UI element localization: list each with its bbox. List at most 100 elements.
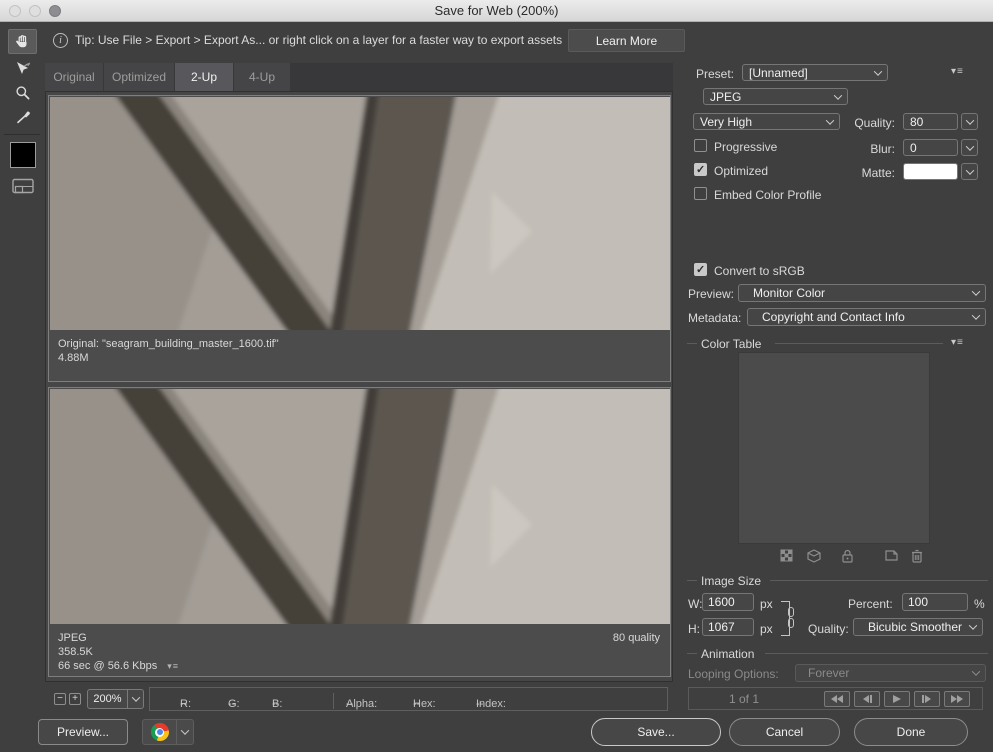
blur-value: 0	[910, 141, 917, 155]
optimized-preview-pane[interactable]: JPEG 358.5K 66 sec @ 56.6 Kbps ▾≡ 80 qual…	[48, 387, 671, 677]
next-frame-button[interactable]	[914, 691, 940, 707]
tip-bar: i Tip: Use File > Export > Export As... …	[45, 22, 685, 58]
width-input[interactable]	[702, 593, 754, 611]
zoom-window-icon[interactable]	[49, 5, 61, 17]
color-table-panel-menu-icon[interactable]: ▾≡	[951, 337, 964, 348]
progressive-label: Progressive	[714, 140, 777, 154]
title-bar[interactable]: Save for Web (200%)	[0, 0, 993, 22]
original-preview-pane[interactable]: Original: "seagram_building_master_1600.…	[48, 95, 671, 382]
divider	[775, 343, 943, 344]
delete-color-icon[interactable]	[911, 549, 923, 563]
save-for-web-dialog: Save for Web (200%) i Tip: Use File > Ex…	[0, 0, 993, 752]
magnifier-icon	[15, 85, 31, 101]
play-button[interactable]	[884, 691, 910, 707]
optimized-checkbox[interactable]	[694, 163, 707, 176]
snap-web-palette-icon[interactable]	[780, 549, 793, 562]
new-color-icon[interactable]	[884, 549, 898, 562]
preset-value: [Unnamed]	[749, 66, 875, 80]
width-label: W:	[688, 597, 702, 611]
last-frame-button[interactable]	[944, 691, 970, 707]
browser-select-chevron[interactable]	[176, 720, 193, 744]
readout-b-value: --	[272, 698, 279, 710]
divider	[770, 580, 988, 581]
preview-browser-select	[142, 719, 194, 745]
hand-tool-button[interactable]	[8, 29, 37, 54]
matte-select-chevron[interactable]	[961, 163, 978, 180]
color-table-swatches[interactable]	[738, 352, 930, 544]
height-input[interactable]	[702, 618, 754, 636]
readout-r-value: --	[180, 698, 187, 710]
close-window-icon[interactable]	[9, 5, 21, 17]
convert-srgb-checkbox[interactable]	[694, 263, 707, 276]
progressive-checkbox[interactable]	[694, 139, 707, 152]
eyedropper-tool-button[interactable]	[8, 104, 37, 129]
rewind-icon	[831, 695, 843, 703]
constrain-proportions-icon[interactable]	[787, 607, 795, 629]
toolbar-divider	[4, 134, 40, 135]
divider	[687, 343, 697, 344]
blur-label: Blur:	[805, 142, 895, 156]
metadata-select[interactable]: Copyright and Contact Info	[747, 308, 986, 326]
fast-forward-icon	[951, 695, 963, 703]
readout-hex-value: --	[413, 698, 420, 710]
zoom-tool-button[interactable]	[8, 80, 37, 105]
lock-color-icon[interactable]	[841, 549, 854, 563]
color-readout: R: -- G: -- B: -- Alpha: -- Hex: -- Inde…	[149, 687, 668, 711]
previous-frame-button[interactable]	[854, 691, 880, 707]
optimized-preview-image	[50, 389, 670, 624]
optimized-download-time: 66 sec @ 56.6 Kbps	[58, 660, 157, 672]
preset-panel-menu-icon[interactable]: ▾≡	[951, 66, 964, 77]
web-shift-cube-icon[interactable]	[807, 549, 821, 563]
color-table-title: Color Table	[701, 337, 761, 351]
percent-input[interactable]	[902, 593, 968, 611]
minimize-window-icon[interactable]	[29, 5, 41, 17]
window-title: Save for Web (200%)	[434, 3, 558, 18]
embed-color-profile-checkbox[interactable]	[694, 187, 707, 200]
matte-color-swatch[interactable]	[903, 163, 958, 180]
tab-original[interactable]: Original	[45, 63, 103, 91]
optimized-format: JPEG	[58, 631, 661, 645]
step-back-icon	[862, 695, 872, 703]
download-speed-menu-icon[interactable]: ▾≡	[167, 659, 179, 673]
image-size-title: Image Size	[701, 574, 761, 588]
readout-divider	[333, 693, 334, 709]
original-filename: Original: "seagram_building_master_1600.…	[58, 337, 661, 351]
zoom-level-select[interactable]: 200%	[87, 689, 144, 709]
quality-value-box[interactable]: 80	[903, 113, 958, 130]
view-tabs: Original Optimized 2-Up 4-Up	[45, 63, 673, 91]
preview-select[interactable]: Monitor Color	[738, 284, 986, 302]
blur-value-box[interactable]: 0	[903, 139, 958, 156]
looping-options-select[interactable]: Forever	[795, 664, 986, 682]
format-select[interactable]: JPEG	[703, 88, 848, 105]
preview-select-label: Preview:	[688, 287, 734, 301]
toggle-slices-visibility-button[interactable]	[9, 177, 37, 199]
zoom-out-button[interactable]: −	[54, 693, 66, 705]
learn-more-button[interactable]: Learn More	[568, 29, 685, 52]
convert-srgb-label: Convert to sRGB	[714, 264, 805, 278]
tip-text: Tip: Use File > Export > Export As... or…	[75, 33, 562, 47]
optimized-filesize: 358.5K	[58, 645, 661, 659]
tab-4up[interactable]: 4-Up	[234, 63, 290, 91]
zoom-in-button[interactable]: +	[69, 693, 81, 705]
quality-label: Quality:	[805, 116, 895, 130]
resample-quality-value: Bicubic Smoother	[860, 620, 970, 634]
zoom-level-value: 200%	[88, 693, 127, 705]
tab-optimized[interactable]: Optimized	[104, 63, 174, 91]
height-label: H:	[688, 622, 700, 636]
resample-quality-select[interactable]: Bicubic Smoother	[853, 618, 983, 636]
quality-slider-chevron[interactable]	[961, 113, 978, 130]
original-info: Original: "seagram_building_master_1600.…	[49, 331, 670, 381]
chrome-browser-button[interactable]	[143, 720, 176, 744]
blur-slider-chevron[interactable]	[961, 139, 978, 156]
percent-unit: %	[974, 597, 985, 611]
slice-select-tool-button[interactable]	[8, 56, 37, 81]
first-frame-button[interactable]	[824, 691, 850, 707]
info-icon: i	[53, 33, 68, 48]
tab-2up[interactable]: 2-Up	[175, 63, 233, 91]
preview-button[interactable]: Preview...	[38, 719, 128, 745]
optimized-quality-note: 80 quality	[613, 631, 660, 645]
preset-select[interactable]: [Unnamed]	[742, 64, 888, 81]
eyedropper-color-swatch[interactable]	[10, 142, 36, 168]
preview-area: Original: "seagram_building_master_1600.…	[45, 91, 673, 682]
chevron-down-icon	[127, 690, 143, 708]
